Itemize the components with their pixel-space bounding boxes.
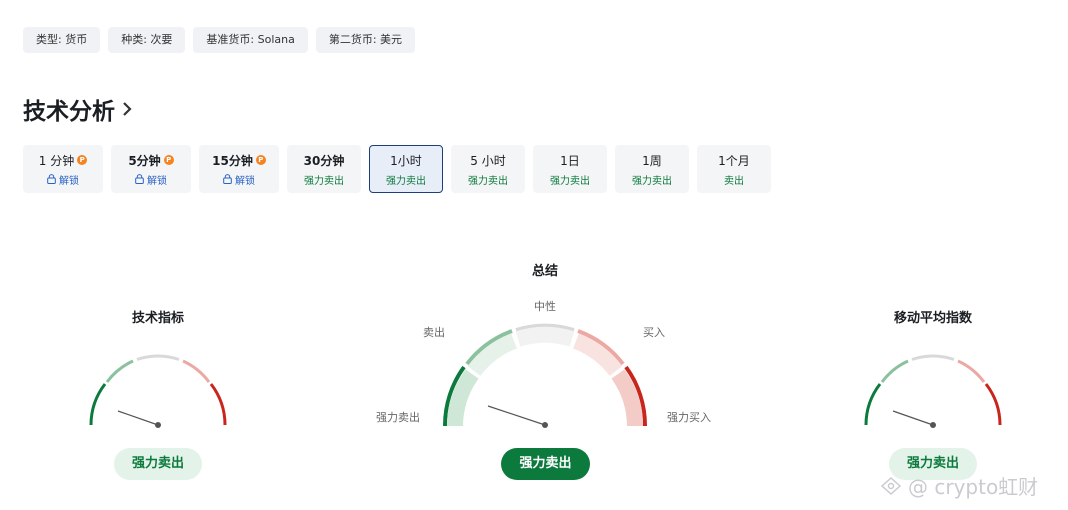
tab-signal: 强力卖出 (386, 175, 426, 187)
gauge-segment-strong-sell (89, 383, 107, 426)
wechat-logo-icon (880, 476, 902, 495)
tab-5-hours[interactable]: 5 小时 强力卖出 (451, 145, 525, 193)
gauge-needle (117, 410, 159, 426)
summary-title: 总结 (531, 264, 558, 279)
gauge-segment-strong-buy (984, 383, 1002, 426)
tab-label: 1个月 (718, 153, 750, 168)
gauge-pivot (542, 422, 548, 428)
tab-signal: 强力卖出 (550, 175, 590, 187)
watermark-text: @ crypto虹财 (908, 475, 1039, 499)
moving-averages-title: 移动平均指数 (893, 311, 972, 326)
tab-label: 1周 (642, 153, 662, 168)
gauge-segment-neutral (136, 354, 180, 361)
tab-1-week[interactable]: 1周 强力卖出 (615, 145, 689, 193)
tag-base-currency: 基准货币: Solana (193, 27, 308, 53)
tab-label: 5 小时 (470, 153, 506, 168)
pro-icon: P (255, 155, 266, 165)
lock-icon (135, 174, 144, 184)
tab-5-minutes[interactable]: 5分钟 P 解锁 (111, 145, 191, 193)
timeframe-tabs: 1 分钟 P 解锁 5分钟 P 解锁 15分钟 P 解锁 30分钟 强力卖出 1 (23, 145, 771, 193)
tab-label: 1小时 (390, 153, 422, 168)
tab-15-minutes[interactable]: 15分钟 P 解锁 (199, 145, 279, 193)
pro-icon: P (77, 155, 88, 165)
section-title-link[interactable]: 技术分析 (23, 92, 133, 126)
tag-category: 种类: 次要 (108, 27, 186, 53)
tab-1-minute[interactable]: 1 分钟 P 解锁 (23, 145, 103, 193)
gauge-segment-sell (880, 359, 909, 383)
tab-1-day[interactable]: 1日 强力卖出 (533, 145, 607, 193)
watermark: @ crypto虹财 (880, 471, 1038, 500)
gauge-pivot (155, 422, 161, 428)
tab-label: 1日 (560, 153, 580, 168)
unlock-link: 解锁 (59, 175, 79, 187)
gauge-segment-strong-buy (209, 383, 227, 426)
gauge-segment-strong-sell (864, 383, 882, 426)
label-strong-sell: 强力卖出 (376, 411, 420, 424)
tab-label: 30分钟 (303, 153, 345, 168)
unlock-link: 解锁 (147, 175, 167, 187)
tab-signal: 强力卖出 (304, 175, 344, 187)
gauge-segment-buy (957, 359, 986, 383)
tab-1-hour[interactable]: 1小时 强力卖出 (369, 145, 443, 193)
tab-label: 1 分钟 (38, 153, 75, 168)
gauge-segment-neutral (911, 354, 955, 361)
label-neutral: 中性 (534, 300, 556, 313)
tab-30-minutes[interactable]: 30分钟 强力卖出 (287, 145, 361, 193)
tab-signal: 强力卖出 (468, 175, 508, 187)
unlock-link: 解锁 (235, 175, 255, 187)
gauge-needle (892, 410, 934, 426)
chevron-right-icon (123, 102, 132, 116)
gauge-segment-sell (105, 359, 134, 383)
indicators-gauge (89, 354, 227, 428)
pro-icon: P (163, 155, 174, 165)
instrument-tags: 类型: 货币 种类: 次要 基准货币: Solana 第二货币: 美元 (23, 27, 416, 53)
tab-label: 5分钟 (128, 153, 161, 168)
gauge-pivot (930, 422, 936, 428)
label-strong-buy: 强力买入 (667, 411, 711, 424)
tab-label: 15分钟 (212, 153, 253, 168)
indicators-title: 技术指标 (131, 311, 184, 326)
moving-averages-gauge (864, 354, 1002, 428)
tag-type: 类型: 货币 (23, 27, 101, 53)
lock-icon (223, 174, 232, 184)
gauge-segment-buy (182, 359, 211, 383)
tag-quote-currency: 第二货币: 美元 (315, 27, 416, 53)
indicators-result-badge: 强力卖出 (114, 448, 202, 480)
summary-gauge (442, 323, 648, 428)
lock-icon (47, 174, 56, 184)
gauge-needle (487, 405, 546, 426)
tab-signal: 卖出 (724, 175, 744, 187)
tab-1-month[interactable]: 1个月 卖出 (697, 145, 771, 193)
tab-signal: 强力卖出 (632, 175, 672, 187)
summary-result-badge: 强力卖出 (501, 448, 590, 480)
page-title: 技术分析 (23, 99, 115, 125)
